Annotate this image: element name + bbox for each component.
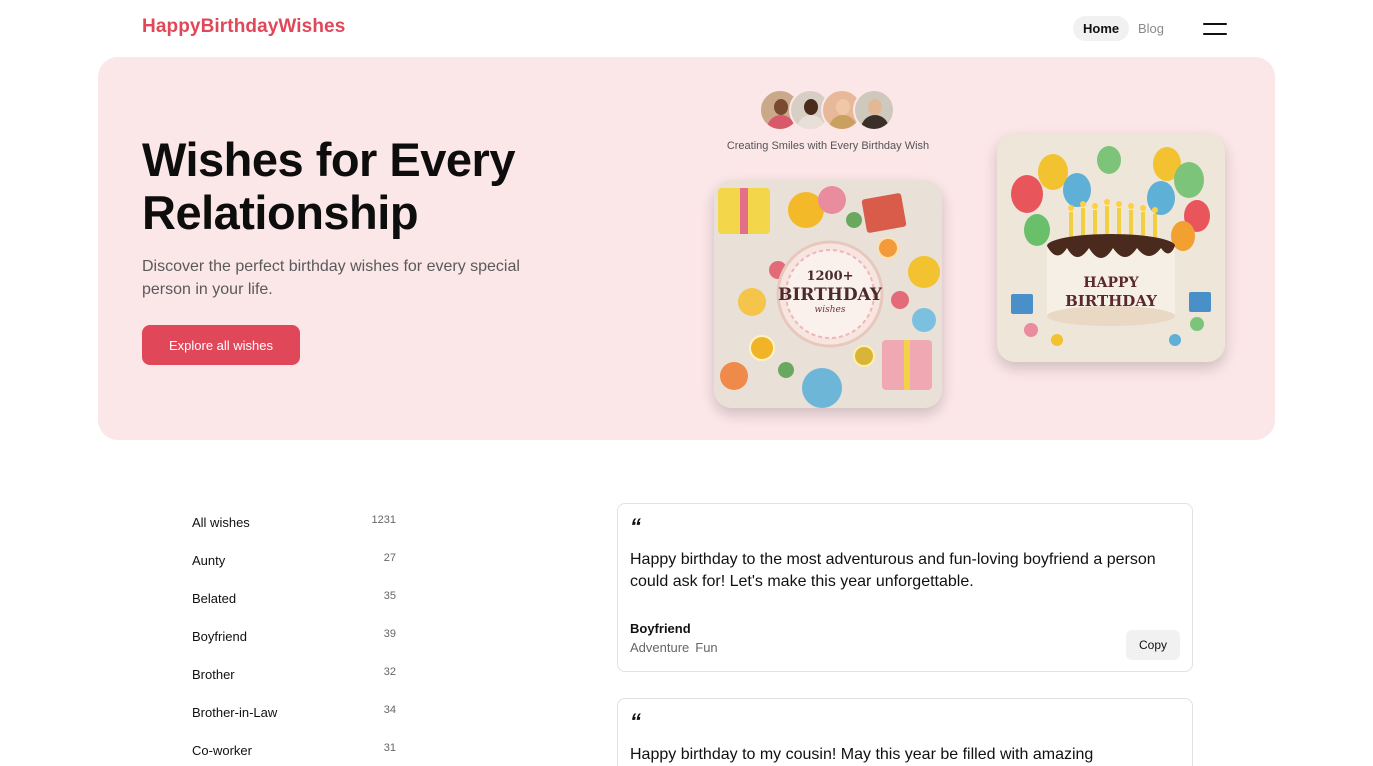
category-label: Aunty xyxy=(192,553,226,568)
copy-button[interactable]: Copy xyxy=(1126,630,1180,660)
category-count: 27 xyxy=(383,552,396,564)
hamburger-menu-icon[interactable] xyxy=(1201,20,1229,38)
nav-home-link[interactable]: Home xyxy=(1073,16,1130,41)
wish-text: Happy birthday to my cousin! May this ye… xyxy=(630,746,1094,763)
category-item-aunty[interactable]: Aunty 27 xyxy=(192,550,396,588)
site-logo[interactable]: HappyBirthdayWishes xyxy=(142,16,345,38)
hero-subtitle: Discover the perfect birthday wishes for… xyxy=(142,258,520,298)
cake-text-happy: HAPPY xyxy=(1083,275,1139,291)
category-label: Co-worker xyxy=(192,743,252,758)
wish-text: Happy birthday to the most adventurous a… xyxy=(630,551,1156,590)
category-count: 31 xyxy=(383,742,396,754)
avatar-group xyxy=(759,89,899,133)
hero-section: Wishes for Every Relationship Discover t… xyxy=(98,57,1275,440)
quote-icon: “ xyxy=(630,709,641,734)
cake-text-birthday: BIRTHDAY xyxy=(1065,292,1157,310)
quote-icon: “ xyxy=(630,514,641,539)
image-text-count: 1200+ xyxy=(806,269,853,284)
category-count: 1231 xyxy=(371,514,396,526)
category-count: 32 xyxy=(383,666,396,678)
page: HappyBirthdayWishes Home Blog Wishes for… xyxy=(0,0,1373,766)
category-label: Brother-in-Law xyxy=(192,705,278,720)
wish-card: “ Happy birthday to the most adventurous… xyxy=(617,503,1193,672)
wish-category: Boyfriend xyxy=(630,621,691,636)
category-item-brother[interactable]: Brother 32 xyxy=(192,664,396,702)
site-header: HappyBirthdayWishes Home Blog xyxy=(0,0,1373,58)
hero-tagline: Creating Smiles with Every Birthday Wish xyxy=(726,140,930,152)
category-item-boyfriend[interactable]: Boyfriend 39 xyxy=(192,626,396,664)
category-count: 39 xyxy=(383,628,396,640)
birthday-wishes-image: 1200+ BIRTHDAY wishes xyxy=(714,180,942,408)
birthday-table-illustration: 1200+ BIRTHDAY wishes xyxy=(714,180,942,408)
category-count: 35 xyxy=(383,590,396,602)
category-item-brother-in-law[interactable]: Brother-in-Law 34 xyxy=(192,702,396,740)
category-item-co-worker[interactable]: Co-worker 31 xyxy=(192,740,396,766)
category-sidebar: All wishes 1231 Aunty 27 Belated 35 Boyf… xyxy=(192,512,396,766)
category-label: Boyfriend xyxy=(192,629,247,644)
explore-all-wishes-button[interactable]: Explore all wishes xyxy=(142,325,300,365)
birthday-cake-illustration: HAPPY BIRTHDAY xyxy=(997,134,1225,362)
birthday-cake-image: HAPPY BIRTHDAY xyxy=(997,134,1225,362)
avatar xyxy=(853,89,895,131)
image-text-wishes: wishes xyxy=(815,305,846,315)
wish-card: “ Happy birthday to my cousin! May this … xyxy=(617,698,1193,766)
category-item-all-wishes[interactable]: All wishes 1231 xyxy=(192,512,396,550)
category-label: Brother xyxy=(192,667,235,682)
category-label: Belated xyxy=(192,591,237,606)
category-label: All wishes xyxy=(192,515,250,530)
wish-tags: Adventure Fun xyxy=(630,640,724,655)
wish-tag[interactable]: Fun xyxy=(695,640,717,655)
hero-title: Wishes for Every Relationship xyxy=(142,133,515,239)
wish-tag[interactable]: Adventure xyxy=(630,640,689,655)
image-text-birthday: BIRTHDAY xyxy=(778,285,883,305)
nav-blog-link[interactable]: Blog xyxy=(1138,16,1164,41)
category-item-belated[interactable]: Belated 35 xyxy=(192,588,396,626)
category-count: 34 xyxy=(383,704,396,716)
